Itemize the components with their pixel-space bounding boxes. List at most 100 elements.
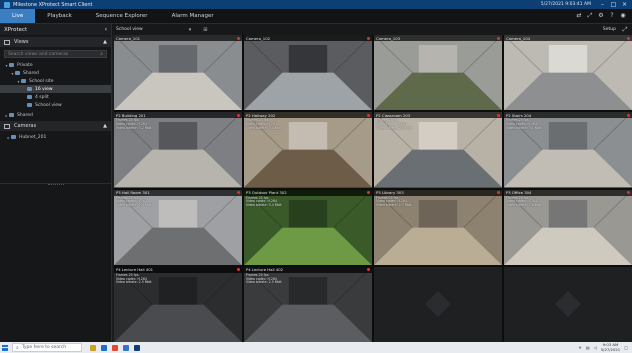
taskbar: ⌕ Type here to search ☀ ▤ ◁ 9:03 AM 5/27… bbox=[0, 342, 632, 353]
recording-indicator-icon bbox=[237, 191, 240, 194]
recording-indicator-icon bbox=[367, 191, 370, 194]
edge-icon[interactable] bbox=[101, 344, 107, 351]
tree-item-camera-group[interactable]: ▸ Hubnet_201 bbox=[0, 133, 111, 141]
panel-splitter[interactable] bbox=[48, 184, 64, 185]
tree-item[interactable]: ▾ Private bbox=[0, 61, 111, 69]
camera-name: P3 Library 303 bbox=[376, 190, 404, 195]
office-icon[interactable] bbox=[112, 344, 118, 351]
camera-name: Camera_101 bbox=[116, 35, 141, 41]
camera-section-icon bbox=[4, 123, 10, 129]
maximize-icon[interactable]: □ bbox=[610, 1, 617, 8]
camera-tile[interactable]: P3 Hall Room 301 Frames 25 fps Video code… bbox=[114, 189, 242, 265]
weather-icon[interactable]: ☀ bbox=[578, 345, 582, 350]
views-search-input[interactable]: Search views and cameras ⌕ bbox=[4, 50, 107, 58]
camera-tile[interactable]: Camera_103 bbox=[374, 35, 502, 111]
user-icon[interactable]: ◉ bbox=[620, 13, 626, 19]
camera-tile[interactable]: P2 Classroom 203 Frames 25 fps Video code… bbox=[374, 112, 502, 188]
tree-item[interactable]: 16 view bbox=[0, 85, 111, 93]
tree-item-label: Hubnet_201 bbox=[19, 134, 47, 140]
fullscreen-icon[interactable]: ⤢ bbox=[587, 13, 593, 19]
tree-item-shared[interactable]: ▸ Shared bbox=[0, 111, 111, 119]
camera-tile[interactable]: P4 Lecture Hall 402 Frames 25 fps Video c… bbox=[244, 266, 372, 342]
recording-indicator-icon bbox=[497, 113, 500, 117]
camera-tile[interactable]: P3 Office 304 Frames 25 fps Video codec: … bbox=[504, 189, 632, 265]
camera-name: P4 Lecture Hall 402 bbox=[246, 267, 284, 273]
taskbar-search-input[interactable]: ⌕ Type here to search bbox=[12, 343, 82, 352]
caret-up-icon[interactable]: ▲ bbox=[103, 123, 107, 129]
tab-live[interactable]: Live bbox=[0, 9, 36, 23]
camera-name: P2 Stairs 204 bbox=[506, 112, 532, 118]
panel-header: XProtect ‹ bbox=[0, 24, 111, 35]
camera-header: Camera_103 bbox=[374, 35, 502, 41]
camera-tile[interactable]: Camera_102 bbox=[244, 35, 372, 111]
camera-header: P3 Outdoor Plant 302 bbox=[244, 189, 372, 196]
camera-grid: Camera_101 Camera_102 Camera_103 Camera_104… bbox=[114, 35, 632, 342]
search-icon[interactable]: ⌕ bbox=[100, 51, 103, 57]
camera-name: P3 Office 304 bbox=[506, 190, 532, 195]
camera-tile[interactable]: P2 Hallway 202 Frames 25 fps Video codec:… bbox=[244, 112, 372, 188]
minimize-icon[interactable]: – bbox=[599, 1, 606, 8]
clock[interactable]: 9:03 AM 5/27/2021 bbox=[601, 342, 620, 352]
milestone-placeholder-icon bbox=[425, 291, 451, 318]
camera-tile[interactable]: P3 Library 303 Frames 25 fps Video codec:… bbox=[374, 189, 502, 265]
camera-name: P3 Hall Room 301 bbox=[116, 190, 150, 195]
caret-up-icon[interactable]: ▲ bbox=[103, 39, 107, 45]
camera-tile[interactable]: Camera_104 bbox=[504, 35, 632, 111]
collapse-panel-icon[interactable]: ‹ bbox=[105, 26, 107, 33]
settings-icon[interactable]: ⚙ bbox=[598, 13, 604, 19]
current-view-label: School view bbox=[116, 27, 143, 32]
camera-tile[interactable]: P3 Outdoor Plant 302 Frames 25 fps Video … bbox=[244, 189, 372, 265]
camera-header: P4 Lecture Hall 402 bbox=[244, 266, 372, 273]
panel-title: XProtect bbox=[4, 26, 28, 33]
camera-feed bbox=[114, 35, 242, 111]
store-icon[interactable] bbox=[123, 344, 129, 351]
camera-header: P3 Hall Room 301 bbox=[114, 189, 242, 196]
tree-item[interactable]: ▾ School site bbox=[0, 77, 111, 85]
network-icon[interactable]: ▤ bbox=[586, 345, 590, 350]
camera-stats: Frames 25 fps Video codec: H.264 Video b… bbox=[116, 272, 152, 285]
recording-indicator-icon bbox=[367, 268, 370, 272]
camera-stats: Frames 25 fps Video codec: H.264 Video b… bbox=[506, 118, 542, 130]
view-icon bbox=[27, 95, 32, 99]
camera-feed bbox=[244, 35, 372, 111]
recording-indicator-icon bbox=[367, 113, 370, 117]
camera-tile[interactable]: P4 Lecture Hall 401 Frames 25 fps Video c… bbox=[114, 266, 242, 342]
file-explorer-icon[interactable] bbox=[90, 344, 96, 351]
layout-icon[interactable]: ⊞ bbox=[203, 27, 207, 33]
tree-item[interactable]: ▾ Shared bbox=[0, 69, 111, 77]
setup-button[interactable]: Setup bbox=[603, 27, 616, 32]
tree-item[interactable]: 4 split bbox=[0, 93, 111, 101]
recording-indicator-icon bbox=[237, 36, 240, 40]
tree-item[interactable]: School view bbox=[0, 101, 111, 109]
views-section[interactable]: Views ▲ bbox=[0, 37, 111, 47]
recording-indicator-icon bbox=[367, 36, 370, 40]
empty-tile[interactable] bbox=[374, 266, 502, 342]
start-button[interactable] bbox=[0, 342, 10, 353]
share-icon[interactable]: ⇄ bbox=[576, 13, 582, 19]
tree-item-label: School view bbox=[35, 102, 62, 108]
camera-stats: Frames 25 fps Video codec: H.264 Video b… bbox=[246, 272, 282, 285]
camera-tile[interactable]: Camera_101 bbox=[114, 35, 242, 111]
tree-item-label: 4 split bbox=[35, 94, 49, 100]
view-dropdown-icon[interactable]: ▾ bbox=[189, 27, 192, 33]
help-icon[interactable]: ? bbox=[609, 13, 615, 19]
close-icon[interactable]: × bbox=[621, 1, 628, 8]
system-tray: ☀ ▤ ◁ 9:03 AM 5/27/2021 ▢ bbox=[578, 342, 632, 352]
folder-icon bbox=[15, 71, 20, 75]
cameras-section[interactable]: Cameras ▲ bbox=[0, 121, 111, 131]
tree-item-label: Shared bbox=[17, 112, 33, 118]
camera-header: Camera_102 bbox=[244, 35, 372, 41]
notifications-icon[interactable]: ▢ bbox=[624, 345, 628, 350]
recording-indicator-icon bbox=[627, 191, 630, 194]
tab-sequence-explorer[interactable]: Sequence Explorer bbox=[84, 9, 160, 23]
empty-tile[interactable] bbox=[504, 266, 632, 342]
tab-alarm-manager[interactable]: Alarm Manager bbox=[160, 9, 226, 23]
camera-tile[interactable]: P2 Stairs 204 Frames 25 fps Video codec: … bbox=[504, 112, 632, 188]
camera-tile[interactable]: P2 Building 201 Frames 25 fps Video codec… bbox=[114, 112, 242, 188]
volume-icon[interactable]: ◁ bbox=[594, 345, 597, 350]
tab-playback[interactable]: Playback bbox=[35, 9, 84, 23]
milestone-placeholder-icon bbox=[555, 291, 581, 318]
fullscreen-view-icon[interactable]: ⤢ bbox=[622, 26, 628, 33]
xprotect-icon[interactable] bbox=[134, 344, 140, 351]
search-placeholder: Search views and cameras bbox=[8, 51, 69, 57]
